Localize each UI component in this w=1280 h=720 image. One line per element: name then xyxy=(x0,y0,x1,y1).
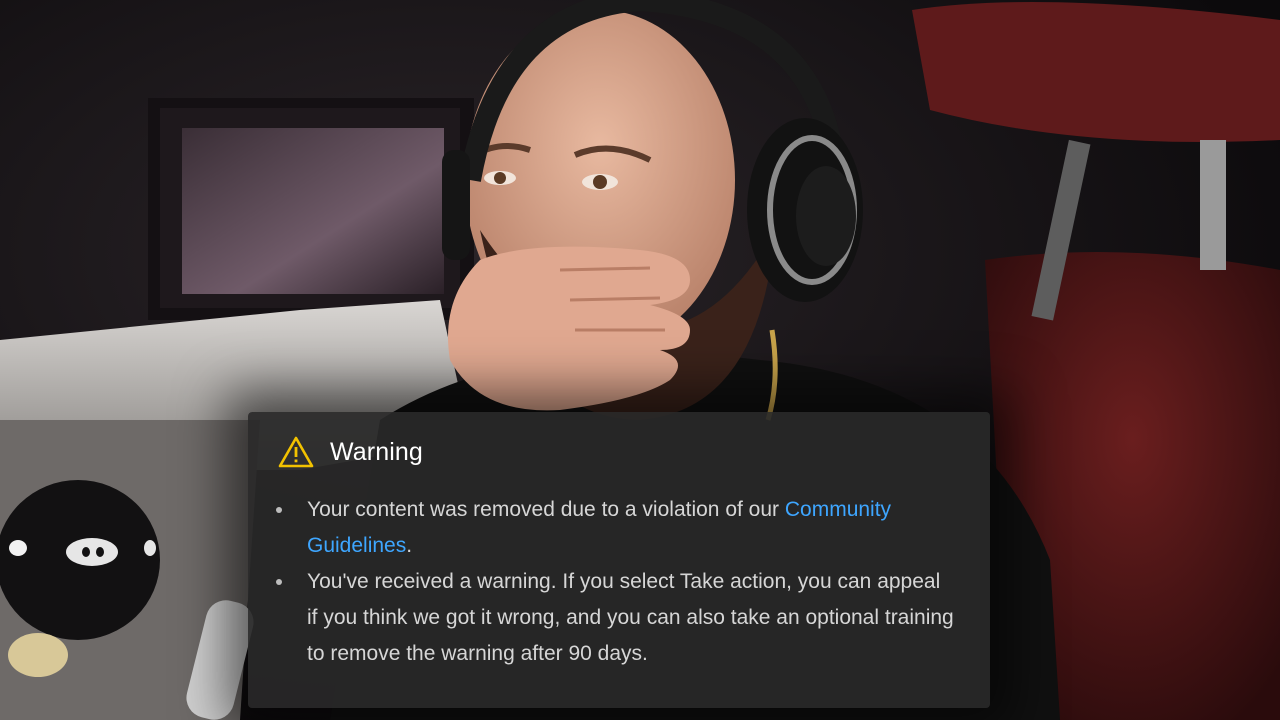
warning-dialog: Warning Your content was removed due to … xyxy=(248,412,990,708)
bullet-text-after-link: . xyxy=(406,534,413,557)
warning-triangle-icon xyxy=(278,436,314,468)
dialog-title: Warning xyxy=(330,437,423,466)
warning-bullet-received: You've received a warning. If you select… xyxy=(276,564,956,672)
warning-bullet-list: Your content was removed due to a violat… xyxy=(276,492,956,672)
dialog-header: Warning xyxy=(278,436,423,468)
warning-bullet-removed: Your content was removed due to a violat… xyxy=(276,492,956,564)
bullet-text-warning-received: You've received a warning. If you select… xyxy=(307,570,954,665)
bullet-text-before-link: Your content was removed due to a violat… xyxy=(307,498,785,521)
